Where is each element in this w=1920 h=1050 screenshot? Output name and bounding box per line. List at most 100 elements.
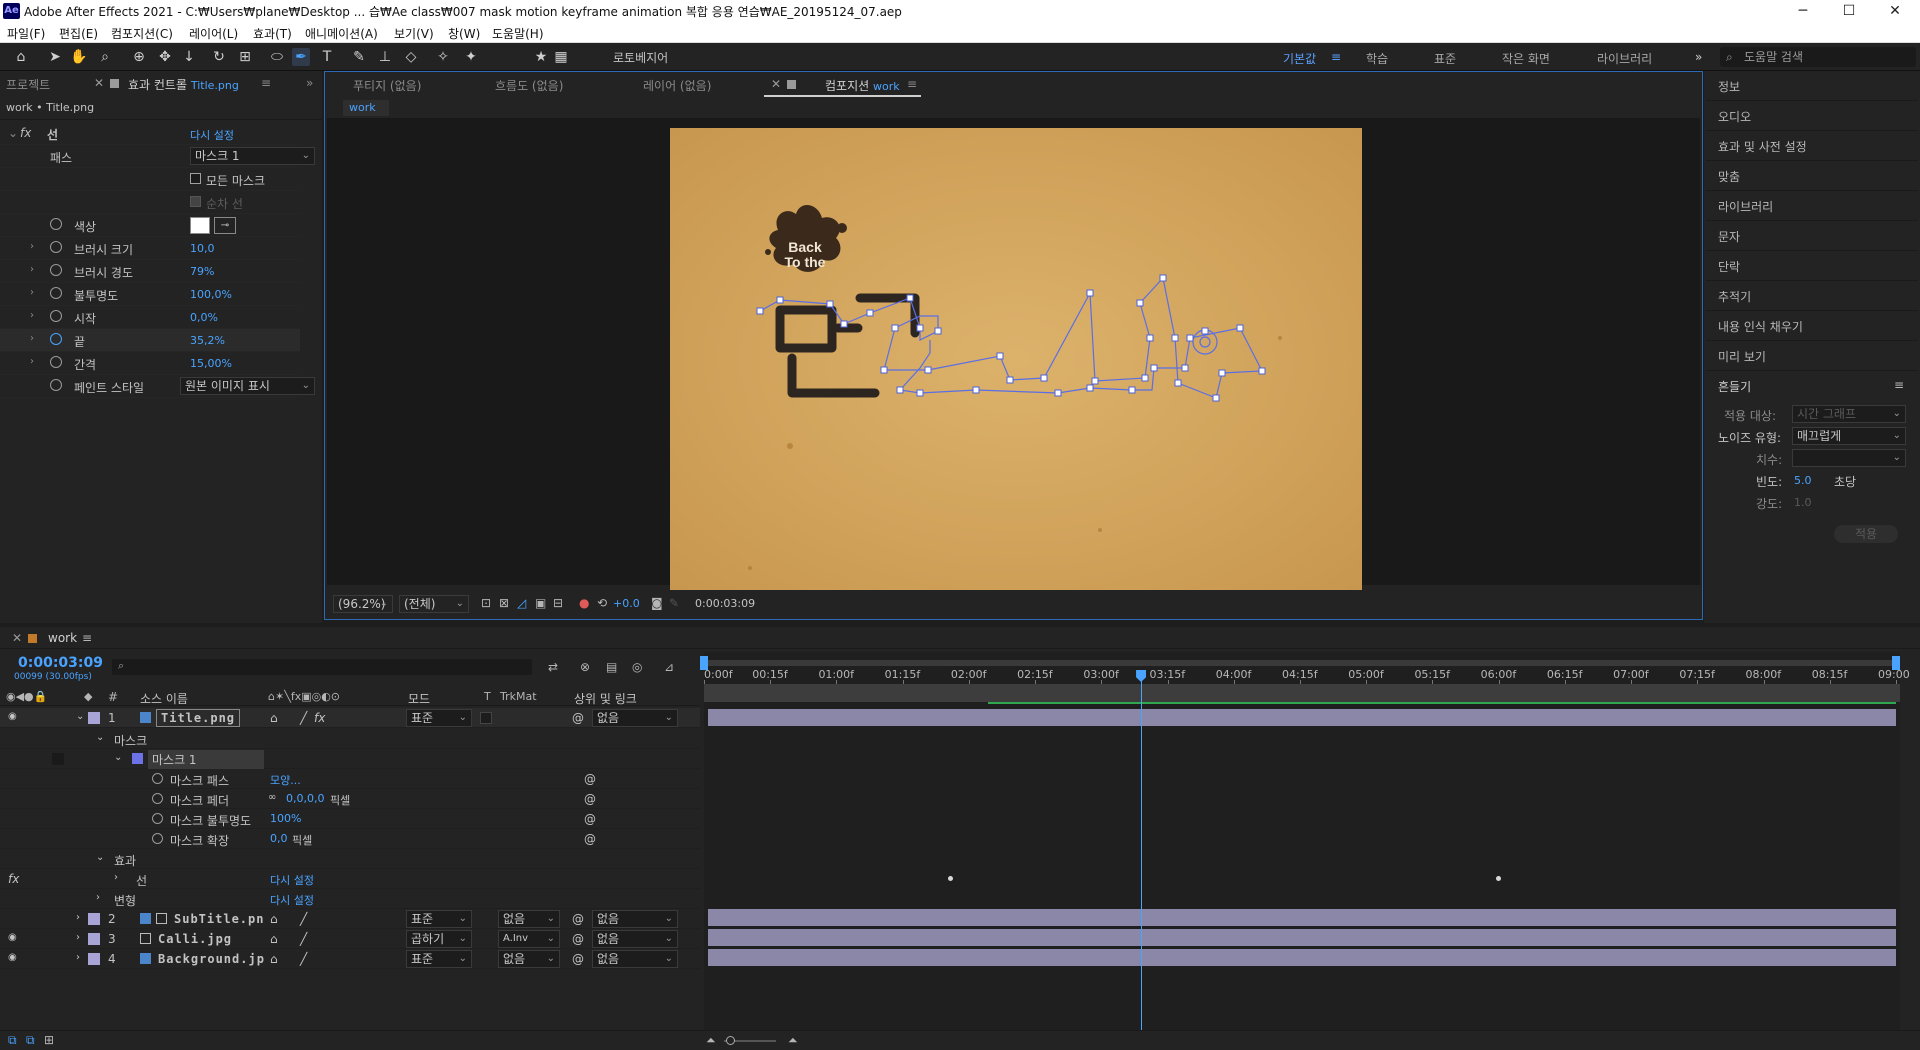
label-color-swatch[interactable] (88, 712, 100, 724)
minimize-button[interactable]: ─ (1780, 1, 1826, 21)
panel-wiggler-header[interactable]: 흔들기 ≡ (1706, 371, 1918, 401)
color-swatch[interactable] (190, 217, 210, 234)
effects-group-row[interactable]: ⌄ 효과 (0, 849, 700, 869)
expand-arrow-icon[interactable]: › (30, 241, 34, 252)
timeline-search-input[interactable]: ⌕ (112, 659, 532, 675)
expand-arrow-icon[interactable]: › (76, 912, 80, 923)
graph-editor-icon[interactable]: ⊿ (664, 660, 674, 674)
link-icon[interactable]: ∞ (268, 792, 276, 803)
transparency-grid-icon[interactable]: ⊠ (499, 596, 509, 610)
panel-character[interactable]: 문자 (1706, 221, 1918, 251)
rotate-tool-icon[interactable]: ↻ (210, 48, 228, 66)
quality-switch-icon[interactable]: ╱ (300, 912, 307, 926)
shy-switch-icon[interactable]: ⌂ (270, 952, 278, 966)
start-value[interactable]: 0,0% (190, 311, 218, 324)
draft-3d-icon[interactable]: ⊗ (580, 660, 590, 674)
playhead-line[interactable] (1141, 670, 1143, 1030)
pick-whip-icon[interactable]: @ (572, 932, 584, 946)
puppet-pin-icon[interactable]: ✦ (462, 48, 480, 66)
tab-menu-icon[interactable]: ≡ (261, 76, 271, 90)
panel-audio[interactable]: 오디오 (1706, 101, 1918, 131)
orbit-camera-icon[interactable]: ⊕ (130, 48, 148, 66)
stopwatch-icon[interactable] (152, 813, 163, 824)
close-tab-icon[interactable]: ✕ (94, 76, 104, 90)
brush-tool-icon[interactable]: ✎ (350, 48, 368, 66)
effect-stroke-row[interactable]: fx › 선 다시 설정 (0, 869, 700, 889)
layer-name[interactable]: Calli.jpg (158, 932, 232, 946)
region-of-interest-icon[interactable]: ⊟ (553, 596, 563, 610)
snap-icon[interactable]: ▦ (552, 48, 570, 66)
tab-effect-controls[interactable]: 효과 컨트롤 Title.png (128, 76, 239, 93)
exposure-value[interactable]: +0.0 (613, 597, 640, 610)
ellipse-tool-icon[interactable]: ⬭ (268, 48, 286, 66)
end-value[interactable]: 35,2% (190, 334, 225, 347)
stopwatch-icon[interactable] (50, 379, 62, 391)
mask-path-value[interactable]: 모양... (270, 772, 301, 788)
path-dropdown[interactable]: 마스크 1 ⌄ (190, 147, 315, 165)
mask-group-row[interactable]: ⌄ 마스크 (0, 729, 700, 749)
expand-arrow-icon[interactable]: › (30, 287, 34, 298)
stopwatch-icon[interactable] (152, 773, 163, 784)
eraser-tool-icon[interactable]: ◇ (402, 48, 420, 66)
menu-effect[interactable]: 효과(T) (253, 25, 292, 42)
panel-content-aware-fill[interactable]: 내용 인식 채우기 (1706, 311, 1918, 341)
workspace-small-screen[interactable]: 작은 화면 (1502, 50, 1550, 67)
panel-libraries[interactable]: 라이브러리 (1706, 191, 1918, 221)
opacity-value[interactable]: 100,0% (190, 288, 232, 301)
color-management-icon[interactable]: ⟲ (597, 596, 607, 610)
pan-behind-icon[interactable]: ⊞ (236, 48, 254, 66)
shy-switch-icon[interactable]: ⌂ (270, 912, 278, 926)
quality-switch-icon[interactable]: ╱ (300, 711, 307, 725)
layer-bar-background[interactable] (708, 949, 1896, 966)
frame-blending-icon[interactable]: ▤ (606, 660, 617, 674)
zoom-slider-knob[interactable] (726, 1036, 735, 1045)
color-channels-icon[interactable]: ● (579, 596, 589, 610)
modes-toggle-icon[interactable]: ⧉ (26, 1033, 35, 1048)
guides-icon[interactable]: ▣ (535, 596, 546, 610)
shy-switch-icon[interactable]: ⌂ (270, 932, 278, 946)
trkmat-dropdown[interactable]: 없음 ⌄ (498, 950, 560, 968)
render-time-toggle-icon[interactable]: ⊞ (44, 1033, 54, 1047)
roto-brush-icon[interactable]: ✧ (434, 48, 452, 66)
mask-lock-box[interactable] (52, 753, 64, 765)
expression-icon[interactable]: @ (584, 832, 596, 846)
panel-tracker[interactable]: 추적기 (1706, 281, 1918, 311)
mask-opacity-value[interactable]: 100% (270, 812, 301, 825)
expand-arrow-icon[interactable]: › (30, 333, 34, 344)
mask-expansion-value[interactable]: 0,0 (270, 832, 288, 845)
panel-info[interactable]: 정보 (1706, 71, 1918, 101)
trkmat-dropdown[interactable]: 없음 ⌄ (498, 910, 560, 928)
layer-row-calli[interactable]: ◉ › 3 Calli.jpg ⌂ ╱ 곱하기 ⌄ A.Inv ⌄ @ 없음 ⌄ (0, 929, 700, 949)
fit-icon[interactable]: ⊡ (481, 596, 491, 610)
col-source-name[interactable]: 소스 이름 (140, 690, 188, 707)
expand-icon[interactable]: ⌄ (114, 752, 122, 763)
quality-switch-icon[interactable]: ╱ (300, 952, 307, 966)
viewer-timecode[interactable]: 0:00:03:09 (695, 597, 755, 610)
parent-dropdown[interactable]: 없음 ⌄ (592, 910, 678, 928)
label-color-swatch[interactable] (88, 933, 100, 945)
paint-style-dropdown[interactable]: 원본 이미지 표시 ⌄ (180, 377, 315, 395)
trkmat-dropdown[interactable]: A.Inv ⌄ (498, 930, 560, 948)
blend-mode-dropdown[interactable]: 표준 ⌄ (406, 709, 472, 727)
expression-icon[interactable]: @ (584, 792, 596, 806)
fx-icon[interactable]: fx (20, 126, 31, 140)
menu-view[interactable]: 보기(V) (394, 25, 434, 42)
brush-size-value[interactable]: 10,0 (190, 242, 215, 255)
zoom-in-icon[interactable]: ⏶ (788, 1033, 798, 1048)
lock-tab-icon[interactable] (787, 80, 796, 89)
panel-paragraph[interactable]: 단락 (1706, 251, 1918, 281)
stopwatch-icon[interactable] (50, 218, 62, 230)
layer-switches-toggle-icon[interactable]: ⧉ (8, 1033, 17, 1048)
expand-icon[interactable]: ⌄ (96, 732, 104, 743)
panel-overflow-icon[interactable]: » (306, 76, 313, 90)
tab-menu-icon[interactable]: ≡ (907, 77, 917, 91)
tab-menu-icon[interactable]: ≡ (82, 631, 92, 645)
pick-whip-icon[interactable]: @ (572, 912, 584, 926)
workspace-standard[interactable]: 표준 (1434, 50, 1456, 67)
expand-arrow-icon[interactable]: › (76, 932, 80, 943)
menu-composition[interactable]: 컴포지션(C) (111, 25, 173, 42)
eyedropper-icon[interactable]: ⊸ (214, 217, 236, 234)
work-area-bar[interactable] (704, 660, 1900, 666)
mask-visibility-icon[interactable]: ◿ (517, 596, 526, 610)
keyframe[interactable] (1496, 876, 1501, 881)
